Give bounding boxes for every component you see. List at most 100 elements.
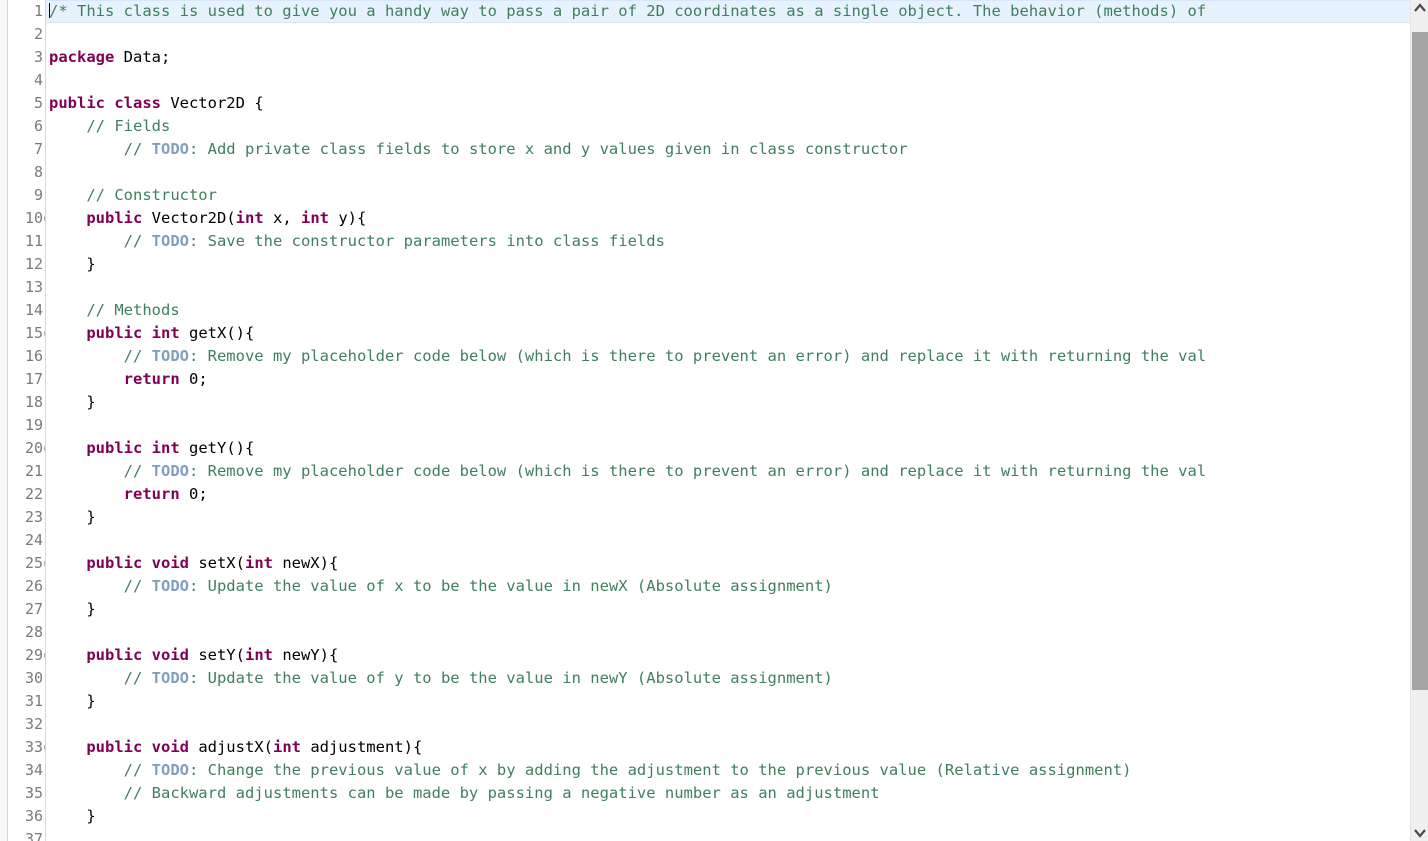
code-line[interactable]: public void setX(int newX){: [46, 552, 1428, 575]
line-number: 32: [8, 713, 45, 736]
code-token-cmt: : Remove my placeholder code below (whic…: [188, 347, 1207, 365]
line-number: 29: [8, 644, 45, 667]
code-line[interactable]: }: [46, 253, 1428, 276]
code-line[interactable]: [46, 414, 1428, 437]
code-line[interactable]: }: [46, 805, 1428, 828]
code-token-cmt: // Methods: [49, 301, 180, 319]
line-number-label: 16: [24, 347, 43, 365]
annotation-marker-bar[interactable]: [0, 0, 8, 841]
line-number: 12: [8, 253, 45, 276]
code-token-plain: }: [49, 393, 96, 411]
line-number-label: 3: [33, 48, 43, 66]
code-token-kw: int: [244, 554, 273, 572]
line-number: 1: [8, 0, 45, 23]
code-line[interactable]: }: [46, 506, 1428, 529]
line-number: 17: [8, 368, 45, 391]
code-line[interactable]: // Fields: [46, 115, 1428, 138]
line-number: 22: [8, 483, 45, 506]
code-token-cmt: //: [49, 232, 152, 250]
line-number-label: 25: [24, 554, 43, 572]
code-token-plain: newY){: [272, 646, 339, 664]
code-token-kw: int: [272, 738, 301, 756]
code-token-task: TODO: [151, 669, 189, 687]
line-number: 35: [8, 782, 45, 805]
code-token-kw: public: [86, 209, 143, 227]
code-line[interactable]: return 0;: [46, 483, 1428, 506]
code-line[interactable]: }: [46, 391, 1428, 414]
code-line[interactable]: // TODO: Update the value of x to be the…: [46, 575, 1428, 598]
code-line[interactable]: /* This class is used to give you a hand…: [46, 0, 1428, 23]
line-number: 7: [8, 138, 45, 161]
line-number-label: 21: [24, 462, 43, 480]
line-number: 37: [8, 828, 45, 841]
line-number-label: 22: [24, 485, 43, 503]
line-number-label: 26: [24, 577, 43, 595]
code-line[interactable]: [46, 713, 1428, 736]
code-line[interactable]: // Backward adjustments can be made by p…: [46, 782, 1428, 805]
code-token-plain: }: [49, 508, 96, 526]
line-number: 34: [8, 759, 45, 782]
code-token-cmt: //: [49, 140, 152, 158]
line-number: 36: [8, 805, 45, 828]
code-token-plain: newX){: [272, 554, 339, 572]
line-number: 21: [8, 460, 45, 483]
line-number-label: 11: [24, 232, 43, 250]
code-line[interactable]: package Data;: [46, 46, 1428, 69]
code-token-plain: }: [49, 255, 96, 273]
code-line[interactable]: // TODO: Remove my placeholder code belo…: [46, 345, 1428, 368]
code-line[interactable]: [46, 621, 1428, 644]
code-line[interactable]: // TODO: Save the constructor parameters…: [46, 230, 1428, 253]
code-line[interactable]: }: [46, 598, 1428, 621]
line-number: 18: [8, 391, 45, 414]
line-number-label: 36: [24, 807, 43, 825]
code-line[interactable]: // Methods: [46, 299, 1428, 322]
code-line[interactable]: // TODO: Add private class fields to sto…: [46, 138, 1428, 161]
scrollbar-thumb[interactable]: [1412, 32, 1428, 690]
line-number-label: 5: [33, 94, 43, 112]
line-number-label: 23: [24, 508, 43, 526]
line-number-gutter[interactable]: 1 2 3 4 5 6 7 8 9 10 11 12 13 14 15 16 17 18 19 20 21 22 23 24 2…: [8, 0, 46, 841]
code-line[interactable]: return 0;: [46, 368, 1428, 391]
code-line[interactable]: [46, 276, 1428, 299]
line-number-label: 9: [33, 186, 43, 204]
code-token-task: TODO: [151, 347, 189, 365]
code-line[interactable]: }: [46, 690, 1428, 713]
vertical-scrollbar[interactable]: [1410, 0, 1428, 841]
code-token-plain: setY(: [188, 646, 245, 664]
line-number: 11: [8, 230, 45, 253]
line-number-label: 17: [24, 370, 43, 388]
line-number-label: 33: [24, 738, 43, 756]
code-token-cmt: : Update the value of x to be the value …: [188, 577, 833, 595]
code-line[interactable]: // TODO: Update the value of y to be the…: [46, 667, 1428, 690]
code-line[interactable]: public void adjustX(int adjustment){: [46, 736, 1428, 759]
code-line[interactable]: [46, 161, 1428, 184]
code-line[interactable]: // TODO: Change the previous value of x …: [46, 759, 1428, 782]
code-line[interactable]: // TODO: Remove my placeholder code belo…: [46, 460, 1428, 483]
code-line[interactable]: [46, 529, 1428, 552]
code-line[interactable]: // Constructor: [46, 184, 1428, 207]
code-line[interactable]: [46, 69, 1428, 92]
line-number-label: 15: [24, 324, 43, 342]
scrollbar-up-arrow-button[interactable]: [1411, 0, 1428, 17]
code-line[interactable]: public int getX(){: [46, 322, 1428, 345]
code-line[interactable]: public int getY(){: [46, 437, 1428, 460]
line-number: 10: [8, 207, 45, 230]
line-number-label: 37: [24, 830, 43, 841]
code-line[interactable]: [46, 23, 1428, 46]
line-number: 6: [8, 115, 45, 138]
code-line[interactable]: [46, 828, 1428, 841]
scrollbar-down-arrow-button[interactable]: [1411, 824, 1428, 841]
code-token-kw: return: [123, 370, 180, 388]
code-line[interactable]: public Vector2D(int x, int y){: [46, 207, 1428, 230]
code-editor[interactable]: 1 2 3 4 5 6 7 8 9 10 11 12 13 14 15 16 17 18 19 20 21 22 23 24 2…: [0, 0, 1428, 841]
line-number-label: 18: [24, 393, 43, 411]
code-token-task: TODO: [151, 232, 189, 250]
code-text-area[interactable]: /* This class is used to give you a hand…: [46, 0, 1428, 841]
code-token-plain: }: [49, 692, 96, 710]
code-token-cmt: : Save the constructor parameters into c…: [188, 232, 665, 250]
code-line[interactable]: public void setY(int newY){: [46, 644, 1428, 667]
code-line[interactable]: public class Vector2D {: [46, 92, 1428, 115]
